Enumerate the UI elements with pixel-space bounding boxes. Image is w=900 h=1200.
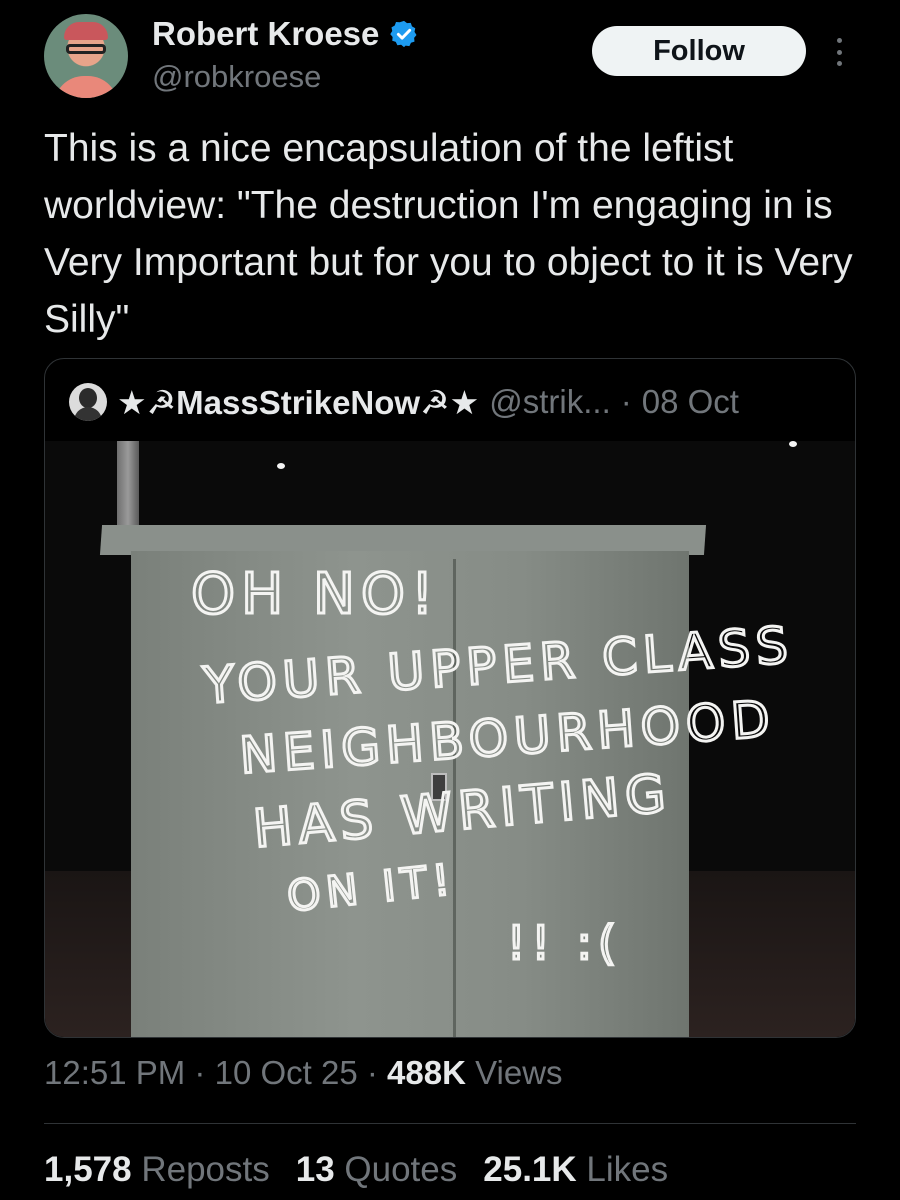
graffiti-text: OH NO! YOUR UPPER CLASS NEIGHBOURHOOD HA… <box>190 561 798 972</box>
likes-count: 25.1K <box>483 1150 577 1189</box>
tweet-time[interactable]: 12:51 PM <box>44 1054 185 1091</box>
verified-badge-icon <box>390 20 417 48</box>
likes-label: Likes <box>586 1150 669 1189</box>
quoted-author-name[interactable]: ★☭MassStrikeNow☭★ <box>117 383 479 422</box>
follow-button[interactable]: Follow <box>592 26 806 76</box>
reposts-stat[interactable]: 1,578 Reposts <box>44 1150 270 1190</box>
meta-separator: · <box>194 1054 206 1091</box>
author-names: Robert Kroese @robkroese <box>152 14 419 96</box>
more-options-icon[interactable] <box>826 32 852 72</box>
graffiti-line: !! :( <box>507 916 622 970</box>
avatar-shirt <box>54 76 118 98</box>
quoted-author-handle[interactable]: @strik... <box>489 383 611 421</box>
reposts-label: Reposts <box>141 1150 270 1189</box>
author-handle[interactable]: @robkroese <box>152 58 419 96</box>
reposts-count: 1,578 <box>44 1150 132 1189</box>
quotes-count: 13 <box>295 1150 335 1189</box>
tweet-meta: 12:51 PM · 10 Oct 25 · 488K Views <box>44 1054 563 1092</box>
tweet-header: Robert Kroese @robkroese Follow <box>44 14 856 104</box>
tweet-date[interactable]: 10 Oct 25 <box>215 1054 358 1091</box>
quoted-date: 08 Oct <box>641 383 739 420</box>
quoted-tweet-card[interactable]: ★☭MassStrikeNow☭★ @strik... · 08 Oct OH … <box>44 358 856 1038</box>
avatar-glasses <box>66 44 106 54</box>
quotes-stat[interactable]: 13 Quotes <box>296 1150 458 1190</box>
quoted-tweet-image[interactable]: OH NO! YOUR UPPER CLASS NEIGHBOURHOOD HA… <box>45 441 855 1037</box>
quoted-author-avatar[interactable] <box>69 383 107 421</box>
graffiti-line: ON IT! <box>285 855 458 921</box>
views-count: 488K <box>387 1054 466 1091</box>
author-display-name[interactable]: Robert Kroese <box>152 14 379 54</box>
avatar-cap <box>64 22 108 40</box>
stats-divider <box>44 1123 856 1124</box>
quoted-tweet-header: ★☭MassStrikeNow☭★ @strik... · 08 Oct <box>69 379 739 425</box>
views-label: Views <box>475 1054 563 1091</box>
meta-separator: · <box>366 1054 378 1091</box>
author-avatar[interactable] <box>44 14 128 98</box>
likes-stat[interactable]: 25.1K Likes <box>483 1150 668 1190</box>
tweet-text: This is a nice encapsulation of the left… <box>44 127 853 341</box>
graffiti-line: OH NO! <box>191 562 439 627</box>
quotes-label: Quotes <box>344 1150 458 1189</box>
quoted-separator: · <box>620 383 632 420</box>
author-display-name-row[interactable]: Robert Kroese <box>152 14 419 54</box>
engagement-stats: 1,578 Reposts 13 Quotes 25.1K Likes <box>44 1150 668 1190</box>
